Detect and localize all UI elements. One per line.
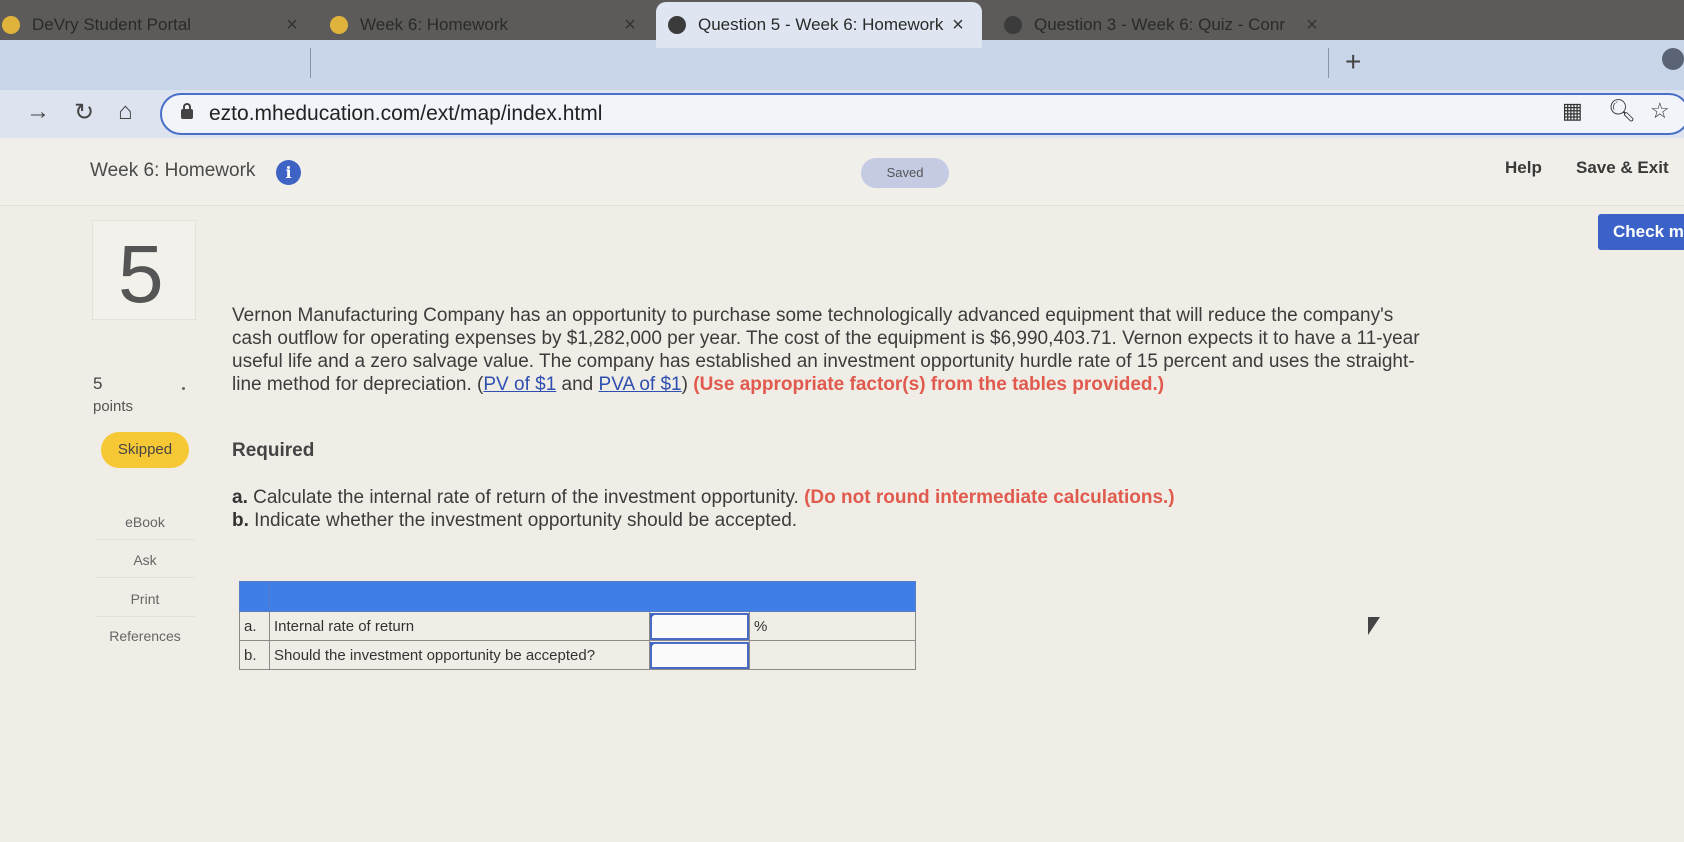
ebook-link[interactable]: eBook bbox=[95, 504, 195, 540]
accept-dropdown-cell bbox=[649, 640, 750, 670]
skipped-status-badge: Skipped bbox=[101, 432, 189, 468]
part-a-note: (Do not round intermediate calculations.… bbox=[804, 487, 1175, 508]
row-label: Internal rate of return bbox=[269, 611, 650, 641]
row-index: a. bbox=[239, 611, 270, 641]
irr-input[interactable] bbox=[650, 612, 749, 640]
header-cell bbox=[269, 581, 916, 612]
paren: ) bbox=[681, 374, 694, 395]
tab-title: Question 3 - Week 6: Quiz - Conr bbox=[1034, 15, 1286, 34]
table-row: b. Should the investment opportunity be … bbox=[239, 640, 916, 670]
url-text[interactable]: ezto.mheducation.com/ext/map/index.html bbox=[209, 102, 602, 126]
part-letter: b. bbox=[232, 510, 249, 531]
pva-table-link[interactable]: PVA of $1 bbox=[599, 374, 682, 395]
info-icon[interactable]: i bbox=[276, 160, 301, 185]
part-a: a. Calculate the internal rate of return… bbox=[232, 486, 1432, 509]
question-number: 5 bbox=[118, 229, 164, 320]
tab-devry-portal[interactable]: DeVry Student Portal × bbox=[2, 2, 302, 48]
row-label: Should the investment opportunity be acc… bbox=[269, 640, 650, 670]
tab-separator bbox=[310, 48, 311, 78]
assignment-title: Week 6: Homework bbox=[90, 160, 256, 181]
table-row: a. Internal rate of return % bbox=[239, 611, 916, 641]
devry-favicon-icon bbox=[330, 16, 348, 34]
tab-question3-quiz[interactable]: Question 3 - Week 6: Quiz - Conr × bbox=[1004, 2, 1322, 48]
mouse-cursor-icon bbox=[1368, 617, 1380, 635]
part-letter: a. bbox=[232, 487, 248, 508]
profile-icon[interactable] bbox=[1662, 48, 1684, 70]
unit-label: % bbox=[749, 611, 916, 641]
close-icon[interactable]: × bbox=[1302, 14, 1322, 37]
check-my-work-button[interactable]: Check m bbox=[1598, 214, 1684, 250]
instruction-note: (Use appropriate factor(s) from the tabl… bbox=[693, 374, 1165, 395]
references-link[interactable]: References bbox=[95, 618, 195, 654]
points-label: points bbox=[93, 398, 134, 415]
pv-table-link[interactable]: PV of $1 bbox=[483, 374, 556, 395]
row-index: b. bbox=[239, 640, 270, 670]
tab-title: Question 5 - Week 6: Homework bbox=[698, 15, 944, 34]
irr-input-cell bbox=[649, 611, 750, 641]
question-prompt: Vernon Manufacturing Company has an oppo… bbox=[232, 304, 1432, 396]
part-b-text: Indicate whether the investment opportun… bbox=[248, 510, 798, 531]
save-exit-button[interactable]: Save & Exit bbox=[1576, 158, 1669, 178]
tab-title: Week 6: Homework bbox=[360, 15, 509, 34]
conjunction: and bbox=[556, 374, 599, 395]
part-a-text: Calculate the internal rate of return of… bbox=[247, 487, 805, 508]
help-button[interactable]: Help bbox=[1505, 158, 1542, 178]
qr-code-icon[interactable]: ▦ bbox=[1562, 98, 1583, 124]
required-parts: a. Calculate the internal rate of return… bbox=[232, 486, 1432, 532]
globe-icon bbox=[1004, 16, 1022, 34]
saved-status-badge: Saved bbox=[861, 158, 949, 188]
accept-dropdown[interactable] bbox=[650, 641, 749, 669]
home-icon[interactable]: ⌂ bbox=[118, 98, 133, 126]
lock-icon bbox=[181, 103, 193, 119]
print-link[interactable]: Print bbox=[95, 581, 195, 617]
header-cell bbox=[239, 581, 270, 612]
new-tab-button[interactable]: + bbox=[1345, 46, 1361, 78]
close-icon[interactable]: × bbox=[948, 14, 968, 37]
zoom-icon[interactable]: 🔍︎ bbox=[1608, 98, 1636, 124]
tab-title: DeVry Student Portal bbox=[32, 15, 192, 34]
required-heading: Required bbox=[232, 440, 315, 461]
close-icon[interactable]: × bbox=[620, 14, 640, 37]
points-value: 5 bbox=[93, 374, 103, 393]
unit-label bbox=[749, 640, 916, 670]
part-b: b. Indicate whether the investment oppor… bbox=[232, 509, 1432, 532]
globe-icon bbox=[668, 16, 686, 34]
answer-table: a. Internal rate of return % b. Should t… bbox=[239, 581, 916, 670]
tab-question5[interactable]: Question 5 - Week 6: Homework × bbox=[656, 2, 982, 48]
separator-dot bbox=[182, 387, 185, 390]
devry-favicon-icon bbox=[2, 16, 20, 34]
input-flag-icon bbox=[650, 614, 655, 619]
tab-week6-homework[interactable]: Week 6: Homework × bbox=[330, 2, 640, 48]
tab-separator bbox=[1328, 48, 1329, 78]
reload-icon[interactable]: ↻ bbox=[74, 98, 94, 127]
ask-link[interactable]: Ask bbox=[95, 542, 195, 578]
bookmark-star-icon[interactable]: ☆ bbox=[1650, 98, 1670, 124]
table-header-row bbox=[239, 581, 916, 612]
input-flag-icon bbox=[650, 643, 655, 648]
forward-icon[interactable]: → bbox=[26, 98, 50, 126]
close-icon[interactable]: × bbox=[282, 14, 302, 37]
